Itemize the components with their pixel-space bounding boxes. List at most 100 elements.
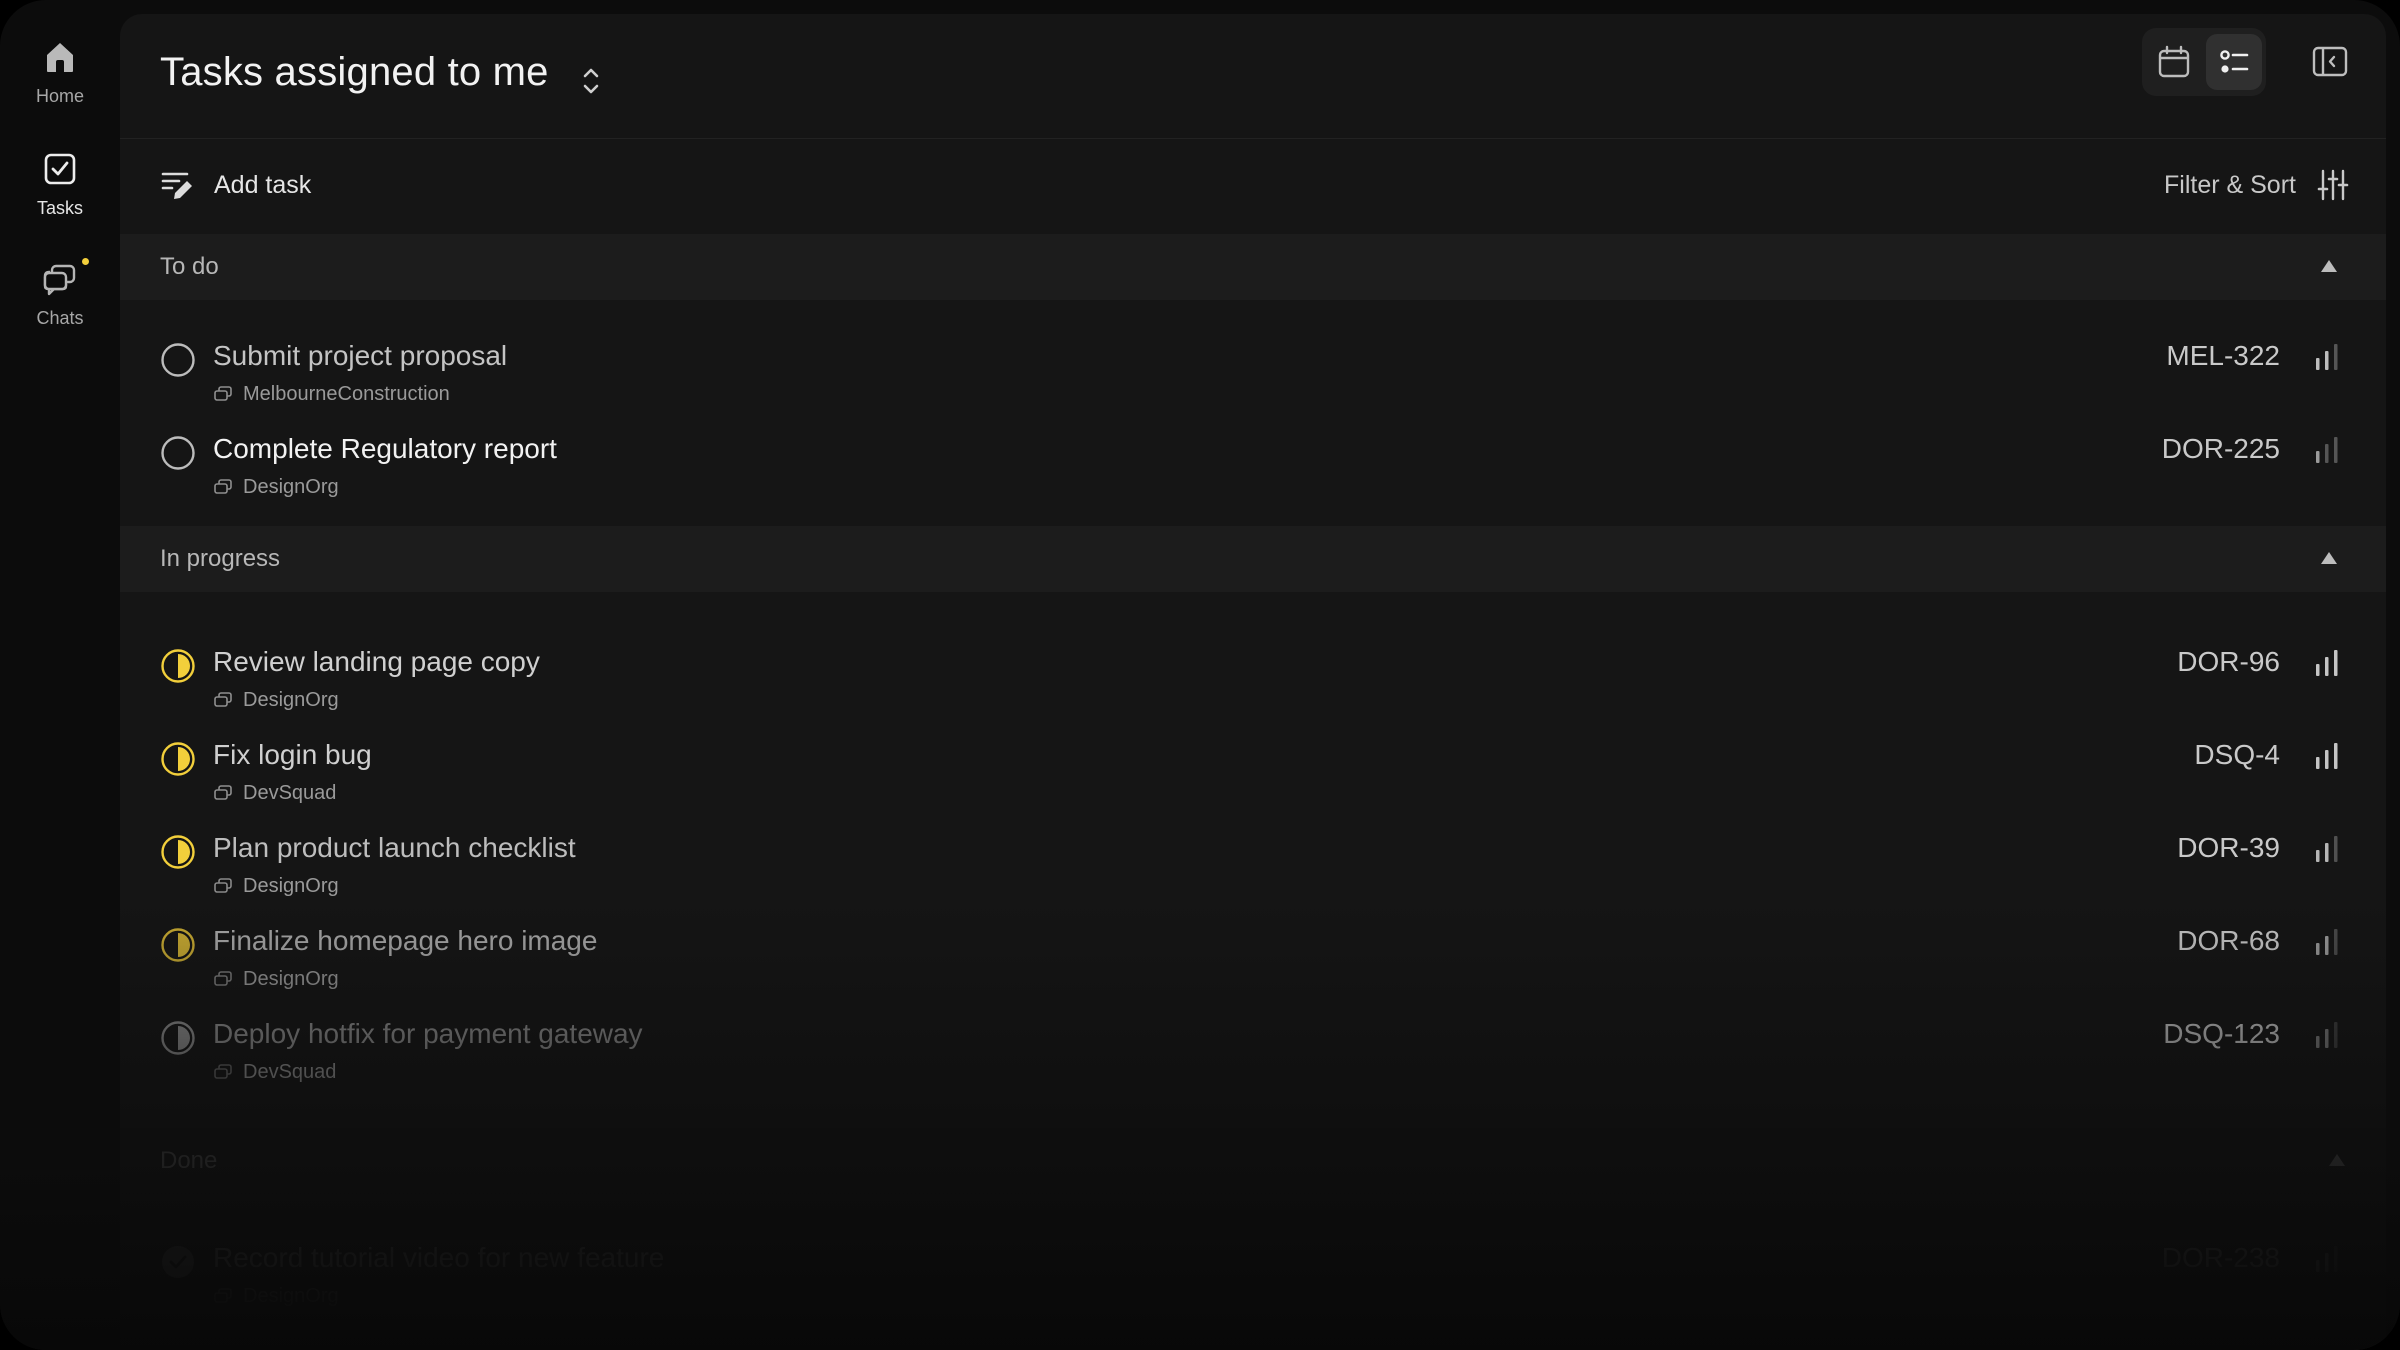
filter-sort-button[interactable]: Filter & Sort	[2164, 160, 2350, 210]
workspace-icon	[214, 971, 232, 986]
view-toggle	[2142, 28, 2266, 96]
task-id: DOR-225	[2161, 433, 2280, 464]
sidebar: Home Tasks Chats	[0, 0, 120, 1350]
task-id: MEL-322	[2166, 340, 2280, 371]
priority-icon[interactable]	[2312, 1244, 2342, 1274]
calendar-view-button[interactable]	[2146, 34, 2202, 90]
add-task-button[interactable]: Add task	[160, 160, 311, 210]
section-label: To do	[160, 253, 219, 280]
header: Tasks assigned to me	[120, 14, 2386, 139]
collapse-caret-icon	[2329, 1154, 2345, 1166]
task-workspace: DevSquad	[213, 781, 336, 805]
task-title: Fix login bug	[213, 739, 372, 770]
home-icon	[47, 43, 73, 72]
task-row[interactable]: Complete Regulatory report DesignOrg DOR…	[120, 417, 2386, 507]
task-workspace: DesignOrg	[213, 874, 339, 898]
workspace-icon	[214, 1288, 232, 1303]
section-header-todo[interactable]: To do	[120, 234, 2386, 300]
workspace-label: DesignOrg	[243, 688, 339, 711]
priority-icon[interactable]	[2312, 648, 2342, 678]
workspace-icon	[214, 479, 232, 494]
task-title: Record tutorial video for new feature	[213, 1242, 665, 1273]
task-row[interactable]: Record tutorial video for new feature De…	[120, 1226, 2386, 1316]
status-todo-icon[interactable]	[160, 435, 196, 471]
workspace-label: DevSquad	[243, 1060, 337, 1083]
workspace-icon	[214, 386, 232, 401]
task-workspace: DesignOrg	[213, 475, 339, 499]
task-row[interactable]: Submit project proposal MelbourneConstru…	[120, 324, 2386, 414]
status-in-progress-icon[interactable]	[160, 648, 196, 684]
priority-icon[interactable]	[2312, 435, 2342, 465]
status-in-progress-icon[interactable]	[160, 1020, 196, 1056]
priority-icon[interactable]	[2312, 834, 2342, 864]
workspace-label: MelbourneConstruction	[243, 382, 450, 405]
sidebar-item-chats[interactable]: Chats	[0, 260, 120, 350]
add-task-icon	[161, 172, 192, 199]
task-title: Submit project proposal	[213, 340, 508, 371]
task-id: DSQ-123	[2163, 1018, 2280, 1049]
priority-icon[interactable]	[2312, 741, 2342, 771]
task-title: Complete Regulatory report	[213, 433, 557, 464]
task-workspace: MelbourneConstruction	[213, 382, 450, 406]
section-label: Done	[160, 1147, 218, 1174]
priority-icon[interactable]	[2312, 342, 2342, 372]
task-row[interactable]: Finalize homepage hero image DesignOrg D…	[120, 909, 2386, 999]
task-workspace: DevSquad	[213, 1060, 336, 1084]
section-header-done[interactable]: Done	[120, 1128, 2386, 1194]
task-id: DOR-238	[2161, 1242, 2280, 1273]
task-workspace: DesignOrg	[213, 967, 339, 991]
workspace-label: DesignOrg	[243, 874, 339, 897]
page-title: Tasks assigned to me	[160, 50, 549, 94]
task-row[interactable]: Deploy hotfix for payment gateway DevSqu…	[120, 1002, 2386, 1092]
list-icon	[2220, 50, 2249, 73]
workspace-label: DesignOrg	[243, 967, 339, 990]
sidebar-item-label: Tasks	[36, 198, 83, 218]
status-done-icon[interactable]	[160, 1244, 196, 1280]
task-row[interactable]: Review landing page copy DesignOrg DOR-9…	[120, 630, 2386, 720]
unread-badge	[82, 258, 89, 265]
sliders-icon	[2317, 169, 2349, 201]
calendar-icon	[2158, 45, 2190, 78]
toggle-panel-icon[interactable]	[2306, 38, 2354, 86]
task-row[interactable]: Plan product launch checklist DesignOrg …	[120, 816, 2386, 906]
app-window: Home Tasks Chats Tasks assigned to me Ad…	[0, 0, 2400, 1350]
sidebar-item-home[interactable]: Home	[0, 38, 120, 128]
workspace-icon	[214, 1064, 232, 1079]
task-title: Finalize homepage hero image	[213, 925, 598, 956]
task-id: DOR-96	[2177, 646, 2280, 677]
add-task-label: Add task	[214, 170, 312, 199]
status-in-progress-icon[interactable]	[160, 834, 196, 870]
list-view-button[interactable]	[2206, 34, 2262, 90]
section-label: In progress	[160, 545, 281, 572]
main-panel: Tasks assigned to me Add task Filter & S…	[120, 14, 2386, 1350]
section-header-in-progress[interactable]: In progress	[120, 526, 2386, 592]
tasks-icon	[44, 153, 76, 185]
task-title: Deploy hotfix for payment gateway	[213, 1018, 643, 1049]
priority-icon[interactable]	[2312, 1020, 2342, 1050]
task-workspace: DesignOrg	[213, 1284, 339, 1308]
task-id: DSQ-4	[2194, 739, 2280, 770]
filter-sort-label: Filter & Sort	[2164, 170, 2296, 199]
task-title: Plan product launch checklist	[213, 832, 576, 863]
sidebar-item-tasks[interactable]: Tasks	[0, 150, 120, 240]
workspace-icon	[214, 785, 232, 800]
toolbar: Add task Filter & Sort	[120, 138, 2386, 232]
task-row[interactable]: Fix login bug DevSquad DSQ-4	[120, 723, 2386, 813]
chats-icon	[43, 264, 76, 296]
status-todo-icon[interactable]	[160, 342, 196, 378]
sidebar-item-label: Chats	[36, 308, 84, 328]
collapse-caret-icon	[2321, 552, 2337, 564]
workspace-label: DevSquad	[243, 781, 337, 804]
task-title: Review landing page copy	[213, 646, 540, 677]
workspace-label: DesignOrg	[243, 475, 339, 498]
status-in-progress-icon[interactable]	[160, 927, 196, 963]
sidebar-item-label: Home	[35, 86, 84, 106]
status-in-progress-icon[interactable]	[160, 741, 196, 777]
workspace-icon	[214, 692, 232, 707]
chevron-updown-icon[interactable]	[576, 60, 606, 104]
workspace-label: DesignOrg	[243, 1284, 339, 1307]
collapse-caret-icon	[2321, 260, 2337, 272]
task-id: DOR-68	[2177, 925, 2280, 956]
priority-icon[interactable]	[2312, 927, 2342, 957]
task-workspace: DesignOrg	[213, 688, 339, 712]
